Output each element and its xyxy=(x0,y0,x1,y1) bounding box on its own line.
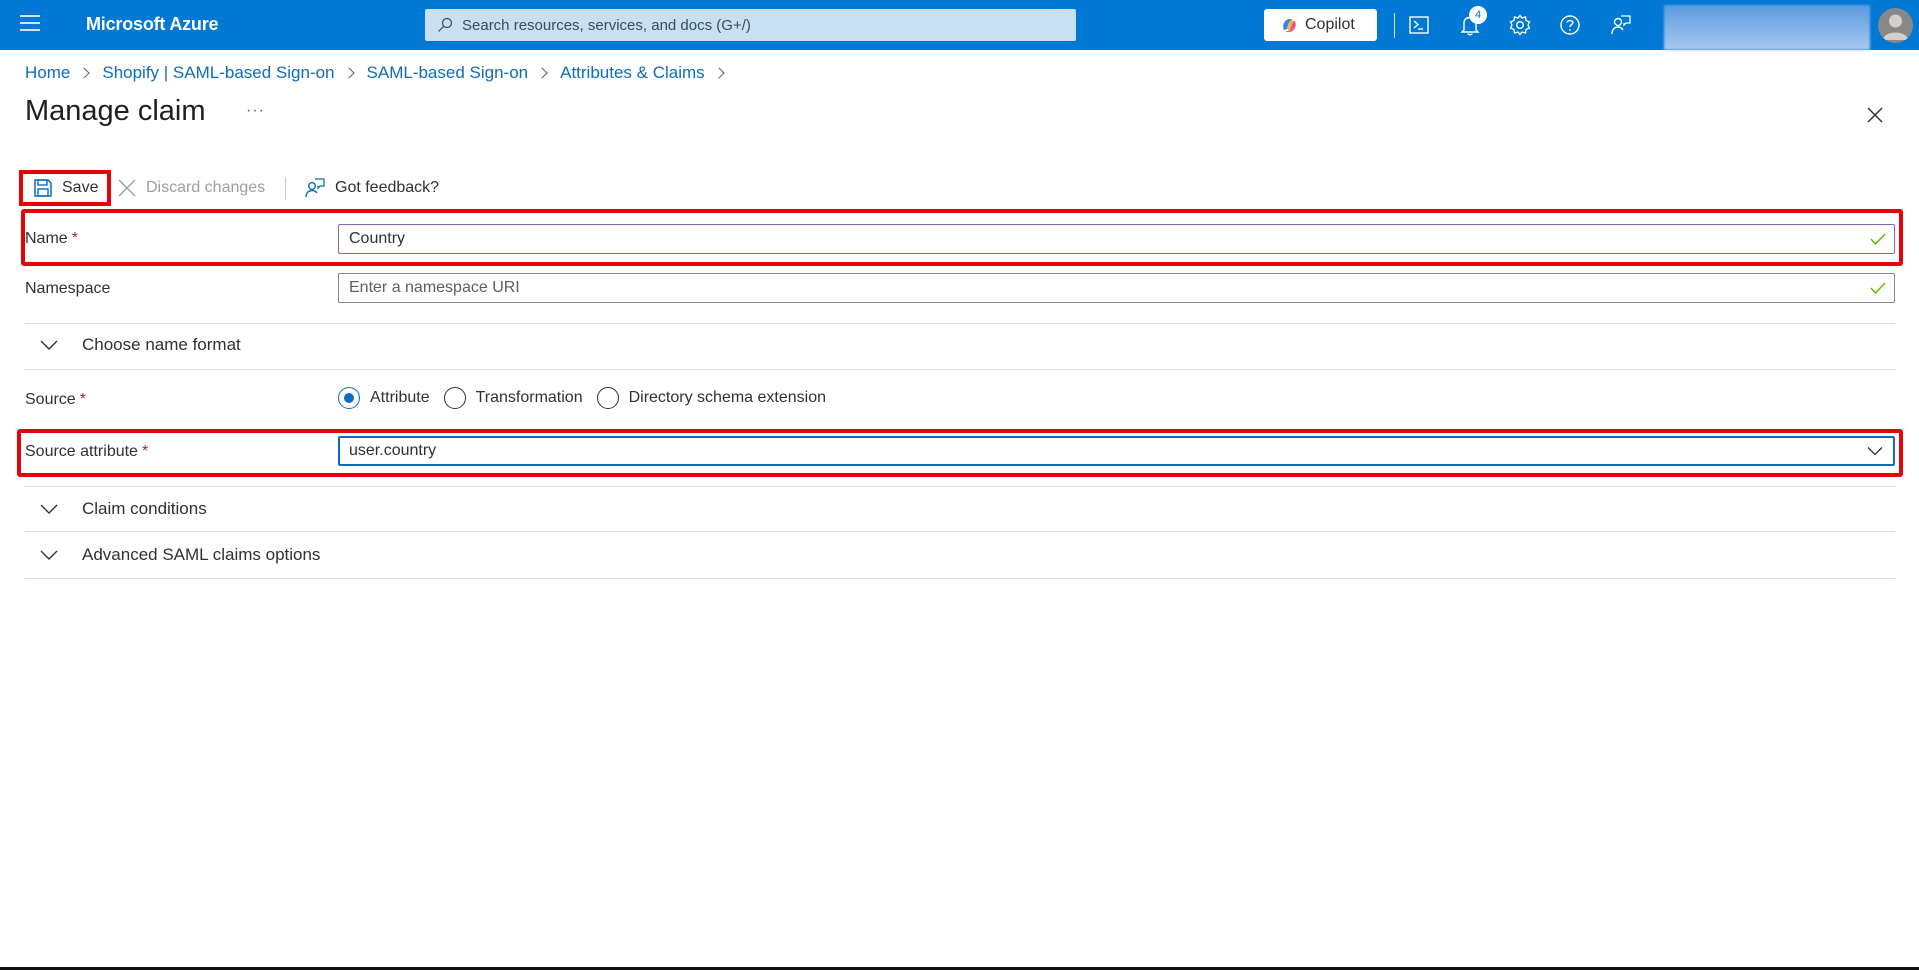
chevron-right-icon xyxy=(536,67,548,79)
radio-unchecked-icon xyxy=(596,387,619,409)
name-label: Name * xyxy=(25,230,78,248)
user-icon xyxy=(1883,14,1908,40)
section-divider xyxy=(25,531,1895,532)
chevron-down-icon xyxy=(40,504,58,514)
user-avatar[interactable] xyxy=(1878,8,1913,43)
valid-check-icon xyxy=(1870,282,1886,295)
valid-check-icon xyxy=(1870,233,1886,246)
page-title: Manage claim xyxy=(25,95,206,127)
copilot-icon xyxy=(1283,19,1296,32)
breadcrumb-shopify-saml[interactable]: Shopify | SAML-based Sign-on xyxy=(102,63,334,83)
breadcrumb-saml-sign-on[interactable]: SAML-based Sign-on xyxy=(367,63,529,83)
account-info-redacted[interactable] xyxy=(1664,5,1870,50)
discard-changes-button[interactable]: Discard changes xyxy=(117,172,265,204)
top-navigation-bar: Microsoft Azure Search resources, servic… xyxy=(0,0,1919,50)
section-divider xyxy=(25,323,1895,324)
hamburger-icon-line xyxy=(20,22,40,24)
source-radio-group: Attribute Transformation Directory schem… xyxy=(338,385,840,411)
radio-unchecked-icon xyxy=(443,387,466,409)
section-divider xyxy=(25,486,1895,487)
copilot-label: Copilot xyxy=(1305,16,1355,33)
chevron-right-icon xyxy=(712,67,725,79)
save-label: Save xyxy=(62,179,99,196)
topbar-divider xyxy=(1394,13,1395,38)
discard-icon xyxy=(118,179,136,197)
chevron-down-icon xyxy=(40,340,58,350)
required-asterisk: * xyxy=(79,391,86,408)
discard-label: Discard changes xyxy=(146,179,266,196)
brand-logo-text[interactable]: Microsoft Azure xyxy=(86,14,219,35)
notification-count-badge: 4 xyxy=(1469,6,1487,24)
global-search-box[interactable]: Search resources, services, and docs (G+… xyxy=(425,9,1076,41)
source-attribute-label: Source attribute * xyxy=(25,443,148,461)
required-asterisk: * xyxy=(71,230,78,247)
namespace-label: Namespace xyxy=(25,280,111,297)
breadcrumb-home[interactable]: Home xyxy=(25,63,70,83)
more-options-button[interactable]: ··· xyxy=(246,102,265,120)
cloud-shell-icon[interactable] xyxy=(1406,12,1432,38)
search-placeholder: Search resources, services, and docs (G+… xyxy=(462,17,751,34)
help-icon[interactable] xyxy=(1557,12,1583,38)
radio-checked-icon xyxy=(338,387,360,409)
radio-directory-schema-extension-label: Directory schema extension xyxy=(628,389,827,406)
namespace-input[interactable] xyxy=(349,278,1829,298)
copilot-button[interactable]: Copilot xyxy=(1264,9,1377,41)
source-label-text: Source xyxy=(25,391,76,408)
source-attribute-input[interactable] xyxy=(349,441,1829,461)
source-attribute-dropdown[interactable] xyxy=(338,436,1895,466)
claim-conditions-label: Claim conditions xyxy=(82,499,207,518)
settings-icon[interactable] xyxy=(1507,12,1533,38)
section-divider xyxy=(25,578,1895,579)
save-button[interactable]: Save xyxy=(19,170,111,206)
hamburger-icon-line xyxy=(20,29,40,31)
close-icon[interactable] xyxy=(1866,106,1884,124)
chevron-right-icon xyxy=(78,67,91,79)
section-divider xyxy=(25,369,1895,370)
portal-menu-button[interactable] xyxy=(20,15,40,33)
choose-name-format-section[interactable]: Choose name format xyxy=(25,325,625,365)
choose-name-format-label: Choose name format xyxy=(82,335,241,354)
radio-attribute-label: Attribute xyxy=(370,389,430,406)
chevron-down-icon xyxy=(40,550,58,560)
required-asterisk: * xyxy=(141,443,149,460)
radio-transformation[interactable]: Transformation xyxy=(443,387,583,409)
chevron-right-icon xyxy=(342,67,355,79)
feedback-icon[interactable] xyxy=(1608,12,1634,38)
chevron-down-icon[interactable] xyxy=(1867,446,1883,456)
feedback-label: Got feedback? xyxy=(335,179,440,196)
save-icon xyxy=(34,179,52,197)
breadcrumb-attributes-claims[interactable]: Attributes & Claims xyxy=(560,63,705,83)
feedback-person-icon xyxy=(305,178,325,198)
hamburger-icon xyxy=(20,15,40,17)
radio-transformation-label: Transformation xyxy=(475,389,583,406)
source-attribute-label-text: Source attribute xyxy=(25,443,138,460)
toolbar-divider xyxy=(285,177,286,200)
advanced-saml-claims-label: Advanced SAML claims options xyxy=(82,545,321,564)
name-field[interactable] xyxy=(338,224,1895,254)
advanced-saml-claims-section[interactable]: Advanced SAML claims options xyxy=(25,535,625,575)
namespace-field[interactable] xyxy=(338,273,1895,303)
name-input[interactable] xyxy=(349,229,1829,249)
source-label: Source * xyxy=(25,391,86,409)
radio-directory-schema-extension[interactable]: Directory schema extension xyxy=(596,387,827,409)
claim-conditions-section[interactable]: Claim conditions xyxy=(25,489,625,529)
radio-attribute[interactable]: Attribute xyxy=(338,387,430,409)
name-label-text: Name xyxy=(25,230,68,247)
search-icon xyxy=(438,17,453,32)
got-feedback-button[interactable]: Got feedback? xyxy=(304,172,439,204)
breadcrumb: Home Shopify | SAML-based Sign-on SAML-b… xyxy=(25,63,737,83)
